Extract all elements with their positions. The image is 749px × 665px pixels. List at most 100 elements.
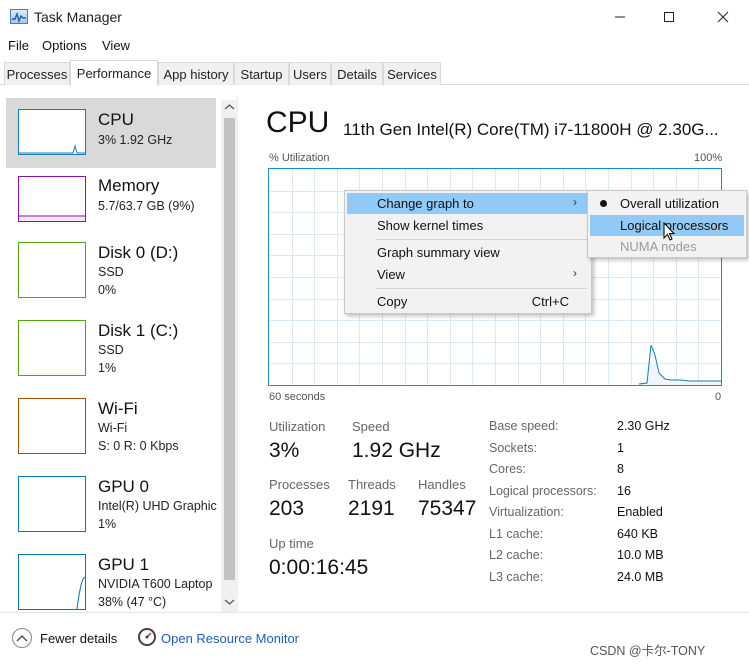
graph-x-label: 60 seconds (269, 391, 326, 403)
sidebar-item-name: Wi-Fi (98, 399, 138, 418)
window-title: Task Manager (34, 9, 122, 25)
page-title: CPU (266, 106, 330, 139)
sidebar-item-disk-1[interactable]: Disk 1 (C:) SSD 1% (6, 320, 216, 390)
graph-y-label: % Utilization (269, 152, 330, 164)
menu-item-summary-view[interactable]: Graph summary view (347, 242, 589, 263)
handles-label: Handles (418, 477, 466, 492)
tab-services[interactable]: Services (383, 62, 441, 85)
menu-item-show-kernel[interactable]: Show kernel times (347, 215, 589, 236)
submenu-item-overall[interactable]: Overall utilization (590, 193, 744, 214)
utilization-label: Utilization (269, 419, 326, 434)
wifi-thumbnail (18, 398, 86, 454)
spec-label: Base speed: (489, 419, 559, 433)
uptime-label: Up time (269, 536, 314, 551)
uptime-value: 0:00:16:45 (269, 556, 369, 579)
tab-details[interactable]: Details (331, 62, 383, 85)
spec-label: Virtualization: (489, 505, 564, 519)
maximize-button[interactable] (646, 0, 692, 34)
open-resource-monitor-link[interactable]: Open Resource Monitor (161, 631, 299, 646)
sidebar-item-detail-2: 1% (98, 517, 117, 531)
sidebar-item-detail: NVIDIA T600 Laptop (98, 577, 213, 591)
spec-label: L2 cache: (489, 548, 544, 562)
spec-label: Cores: (489, 462, 526, 476)
spec-label: Logical processors: (489, 484, 597, 498)
menu-separator (375, 239, 587, 240)
graph-y-max: 100% (694, 152, 723, 164)
spec-value: 8 (617, 462, 624, 476)
sidebar-item-detail: Wi-Fi (98, 421, 128, 435)
gpu-1-thumbnail (18, 554, 86, 610)
menu-item-shortcut: Ctrl+C (531, 294, 569, 309)
spec-value: Enabled (617, 505, 663, 519)
tab-performance[interactable]: Performance (70, 60, 158, 86)
sidebar-item-detail: SSD (98, 265, 124, 279)
tab-startup[interactable]: Startup (234, 62, 289, 85)
sidebar-item-memory[interactable]: Memory 5.7/63.7 GB (9%) (6, 176, 216, 246)
graph-x-min: 0 (715, 391, 722, 403)
sidebar-item-name: Memory (98, 176, 160, 195)
menu-item-view[interactable]: View › (347, 264, 589, 285)
scroll-down-icon[interactable] (224, 598, 235, 606)
chevron-right-icon: › (573, 195, 577, 209)
title-bar: Task Manager (0, 0, 749, 34)
maximize-icon (664, 12, 674, 22)
graph-context-menu: Change graph to › Show kernel times Grap… (344, 190, 592, 314)
threads-value: 2191 (348, 497, 395, 520)
disk-0-thumbnail (18, 242, 86, 298)
sidebar-item-wifi[interactable]: Wi-Fi Wi-Fi S: 0 R: 0 Kbps (6, 398, 216, 468)
spec-value: 1 (617, 441, 624, 455)
tab-users[interactable]: Users (289, 62, 331, 85)
fewer-details-link[interactable]: Fewer details (40, 631, 117, 646)
utilization-value: 3% (269, 439, 300, 462)
speed-label: Speed (352, 419, 390, 434)
minimize-button[interactable] (597, 0, 643, 34)
spec-value: 2.30 GHz (617, 419, 670, 433)
submenu-item-label: NUMA nodes (620, 239, 697, 254)
menu-options[interactable]: Options (42, 38, 87, 53)
minimize-icon (615, 16, 625, 18)
submenu-item-label: Overall utilization (620, 196, 719, 211)
spec-value: 10.0 MB (617, 548, 664, 562)
handles-value: 75347 (418, 497, 477, 520)
sidebar-item-name: Disk 1 (C:) (98, 321, 179, 340)
sidebar-item-cpu[interactable]: CPU 3% 1.92 GHz (6, 98, 216, 168)
resource-list: CPU 3% 1.92 GHz Memory 5.7/63.7 GB (9%) … (6, 96, 238, 612)
menu-item-copy[interactable]: Copy Ctrl+C (347, 291, 589, 312)
scroll-up-icon[interactable] (224, 103, 235, 111)
menu-file[interactable]: File (8, 38, 29, 53)
scroll-thumb[interactable] (224, 118, 235, 580)
gpu-0-thumbnail (18, 476, 86, 532)
tab-app-history[interactable]: App history (158, 62, 234, 85)
sidebar-item-gpu-0[interactable]: GPU 0 Intel(R) UHD Graphic 1% (6, 476, 217, 546)
sidebar-item-name: GPU 0 (98, 477, 150, 496)
close-button[interactable] (700, 0, 746, 34)
menu-item-label: View (377, 267, 405, 282)
menu-view[interactable]: View (102, 38, 130, 53)
chevron-up-icon[interactable] (12, 628, 32, 648)
sidebar-item-name: CPU (98, 110, 134, 129)
menu-bar: File Options View (0, 34, 749, 56)
menu-item-label: Show kernel times (377, 218, 484, 233)
cpu-model: 11th Gen Intel(R) Core(TM) i7-11800H @ 2… (343, 120, 719, 139)
sidebar-item-disk-0[interactable]: Disk 0 (D:) SSD 0% (6, 242, 216, 312)
spec-label: Sockets: (489, 441, 537, 455)
processes-value: 203 (269, 497, 305, 520)
tab-processes[interactable]: Processes (4, 62, 70, 85)
threads-label: Threads (348, 477, 396, 492)
cpu-trace-area (639, 345, 721, 385)
sidebar-item-name: GPU 1 (98, 555, 150, 574)
spec-label: L3 cache: (489, 570, 544, 584)
disk-1-thumbnail (18, 320, 86, 376)
menu-item-label: Graph summary view (377, 245, 500, 260)
sidebar-item-gpu-1[interactable]: GPU 1 NVIDIA T600 Laptop 38% (47 °C) (6, 554, 216, 612)
menu-separator (375, 288, 587, 289)
sidebar-item-detail: 5.7/63.7 GB (9%) (98, 199, 195, 213)
cpu-thumbnail (18, 109, 86, 155)
menu-item-label: Change graph to (377, 196, 474, 211)
spec-value: 16 (617, 484, 631, 498)
memory-thumbnail (18, 176, 86, 222)
selected-bullet-icon (600, 200, 607, 207)
spec-value: 24.0 MB (617, 570, 664, 584)
menu-item-change-graph[interactable]: Change graph to › (347, 193, 589, 214)
sidebar-item-detail-2: S: 0 R: 0 Kbps (98, 439, 179, 453)
